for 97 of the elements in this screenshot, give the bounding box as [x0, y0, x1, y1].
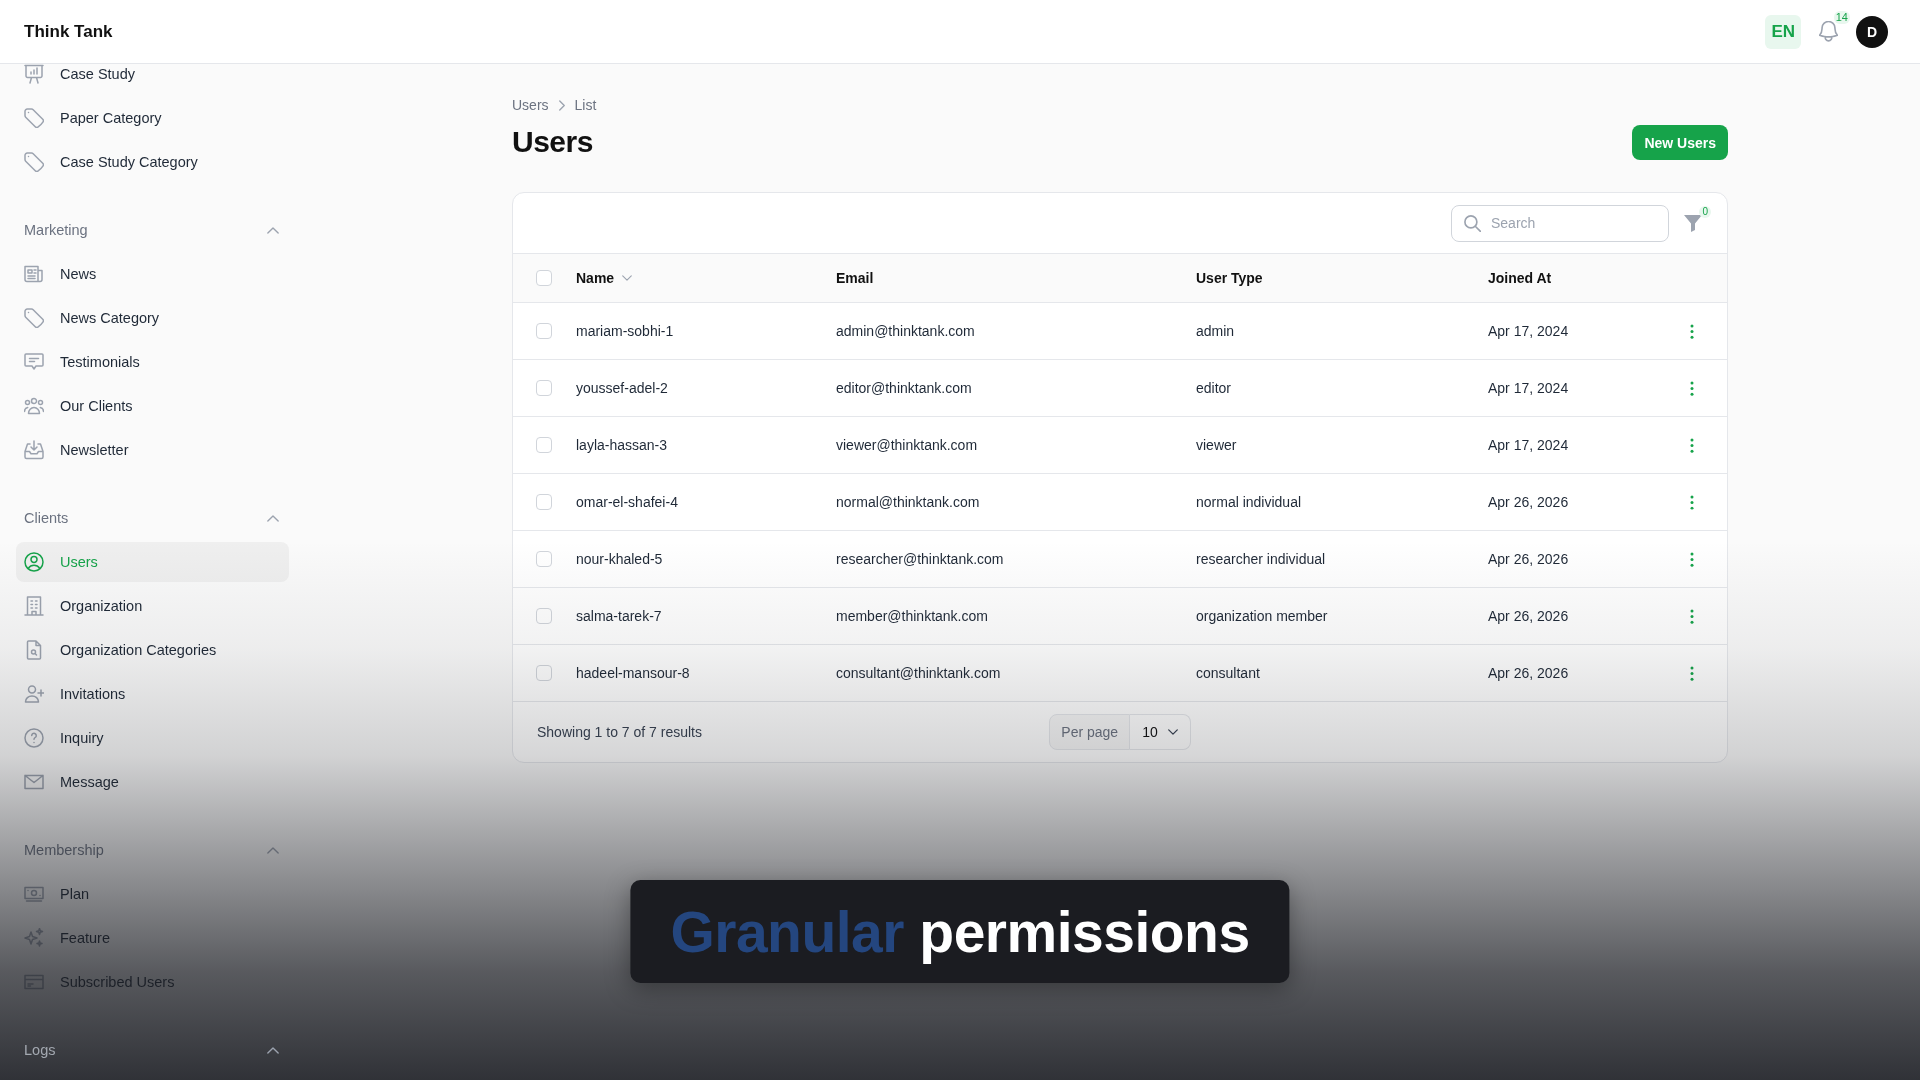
table-cell-text: researcher@thinktank.com	[836, 551, 1005, 567]
sidebar-group-header[interactable]: Logs	[16, 1028, 289, 1072]
table-cell-text: omar-el-shafei-4	[576, 494, 679, 510]
user-plus-icon	[24, 684, 44, 704]
table-cell-text: editor	[1196, 380, 1233, 396]
tag-icon	[24, 108, 44, 128]
inbox-download-icon	[24, 440, 44, 460]
more-icon[interactable]	[1690, 437, 1694, 453]
presentation-chart-icon	[24, 64, 44, 84]
sidebar-group-header[interactable]: Marketing	[16, 208, 289, 252]
sidebar-item[interactable]: Plan	[16, 874, 289, 914]
filter-badge: 0	[1699, 205, 1711, 218]
more-icon[interactable]	[1690, 608, 1694, 624]
table-cell-text: normal individual	[1196, 494, 1303, 510]
more-icon[interactable]	[1690, 323, 1694, 339]
tag-icon	[24, 152, 44, 172]
newspaper-icon	[24, 264, 44, 284]
tag-icon	[24, 308, 44, 328]
checkbox[interactable]	[536, 551, 552, 567]
caret-icon	[1167, 729, 1178, 735]
table-cell-text: normal@thinktank.com	[836, 494, 981, 510]
table-cell-text: Apr 26, 2026	[1488, 494, 1570, 510]
table-cell-text: consultant	[1196, 665, 1261, 681]
sidebar-item[interactable]: Organization	[16, 586, 289, 626]
sidebar-item[interactable]: Message	[16, 762, 289, 802]
table-cell-text: hadeel-mansour-8	[576, 665, 691, 681]
table-cell-text: viewer@thinktank.com	[836, 437, 979, 453]
table-cell-text: viewer	[1196, 437, 1238, 453]
sidebar-item[interactable]: Our Clients	[16, 386, 289, 426]
more-icon[interactable]	[1690, 665, 1694, 681]
user-avatar[interactable]: D	[1856, 15, 1888, 48]
breadcrumb-link[interactable]: Users	[512, 97, 549, 113]
more-icon[interactable]	[1690, 551, 1694, 567]
checkbox[interactable]	[536, 270, 552, 286]
table-cell-text: editor@thinktank.com	[836, 380, 973, 396]
table-cell-text: youssef-adel-2	[576, 380, 669, 396]
table-cell-text: admin@thinktank.com	[836, 323, 976, 339]
checkbox[interactable]	[536, 665, 552, 681]
column-header: Email	[836, 270, 874, 286]
table-cell-text: admin	[1196, 323, 1236, 339]
chevron-right-icon	[558, 99, 565, 111]
chat-bubble-icon	[24, 352, 44, 372]
table-cell-text: layla-hassan-3	[576, 437, 669, 453]
more-icon[interactable]	[1690, 494, 1694, 510]
per-page-label: Per page	[1049, 714, 1131, 750]
sidebar-item[interactable]: News Category	[16, 298, 289, 338]
sidebar-item[interactable]: Case Study	[16, 64, 289, 94]
chevron-down-icon[interactable]	[622, 275, 633, 281]
page-title: Users	[512, 124, 594, 160]
table-cell-text: mariam-sobhi-1	[576, 323, 675, 339]
user-group-icon	[24, 396, 44, 416]
table-cell-text: member@thinktank.com	[836, 608, 989, 624]
sidebar-item[interactable]: Case Study Category	[16, 142, 289, 182]
sidebar-item[interactable]: Newsletter	[16, 430, 289, 470]
sidebar-item[interactable]: Testimonials	[16, 342, 289, 382]
filter-icon[interactable]	[1684, 214, 1702, 232]
checkbox[interactable]	[536, 323, 552, 339]
table-cell-text: Apr 26, 2026	[1488, 551, 1570, 567]
table-cell-text: researcher individual	[1196, 551, 1327, 567]
sidebar-group-header[interactable]: Clients	[16, 496, 289, 540]
envelope-icon	[24, 772, 44, 792]
checkbox[interactable]	[536, 380, 552, 396]
checkbox[interactable]	[536, 608, 552, 624]
results-summary: Showing 1 to 7 of 7 results	[537, 724, 703, 740]
notification-badge: 14	[1833, 11, 1850, 24]
table-cell-text: Apr 26, 2026	[1488, 608, 1570, 624]
sidebar-item[interactable]: Invitations	[16, 674, 289, 714]
credit-card-icon	[24, 972, 44, 992]
table-cell-text: organization member	[1196, 608, 1329, 624]
column-header: Joined At	[1488, 270, 1552, 286]
caption-text: Granular permissions	[670, 898, 1250, 965]
checkbox[interactable]	[536, 494, 552, 510]
table-cell-text: Apr 17, 2024	[1488, 380, 1570, 396]
per-page-select[interactable]: 10	[1130, 714, 1191, 750]
sidebar-item[interactable]: Inquiry	[16, 718, 289, 758]
building-icon	[24, 596, 44, 616]
sidebar-item[interactable]: News	[16, 254, 289, 294]
document-search-icon	[24, 640, 44, 660]
search-field[interactable]: Search	[1451, 204, 1669, 242]
search-icon	[1464, 214, 1481, 232]
sidebar-item[interactable]: Paper Category	[16, 98, 289, 138]
table-cell-text: consultant@thinktank.com	[836, 665, 1002, 681]
table-cell-text: Apr 17, 2024	[1488, 323, 1570, 339]
table-cell-text: Apr 26, 2026	[1488, 665, 1570, 681]
table-cell-text: Apr 17, 2024	[1488, 437, 1570, 453]
more-icon[interactable]	[1690, 380, 1694, 396]
sidebar-item[interactable]: Organization Categories	[16, 630, 289, 670]
checkbox[interactable]	[536, 437, 552, 453]
banknote-icon	[24, 884, 44, 904]
column-header[interactable]: Name	[576, 270, 615, 286]
bell-icon[interactable]	[1819, 21, 1838, 42]
app-title: Think Tank	[24, 21, 113, 42]
breadcrumb-link[interactable]: List	[574, 97, 597, 113]
sparkles-icon	[24, 928, 44, 948]
column-header: User Type	[1196, 270, 1263, 286]
table-cell-text: nour-khaled-5	[576, 551, 664, 567]
table-cell-text: salma-tarek-7	[576, 608, 663, 624]
